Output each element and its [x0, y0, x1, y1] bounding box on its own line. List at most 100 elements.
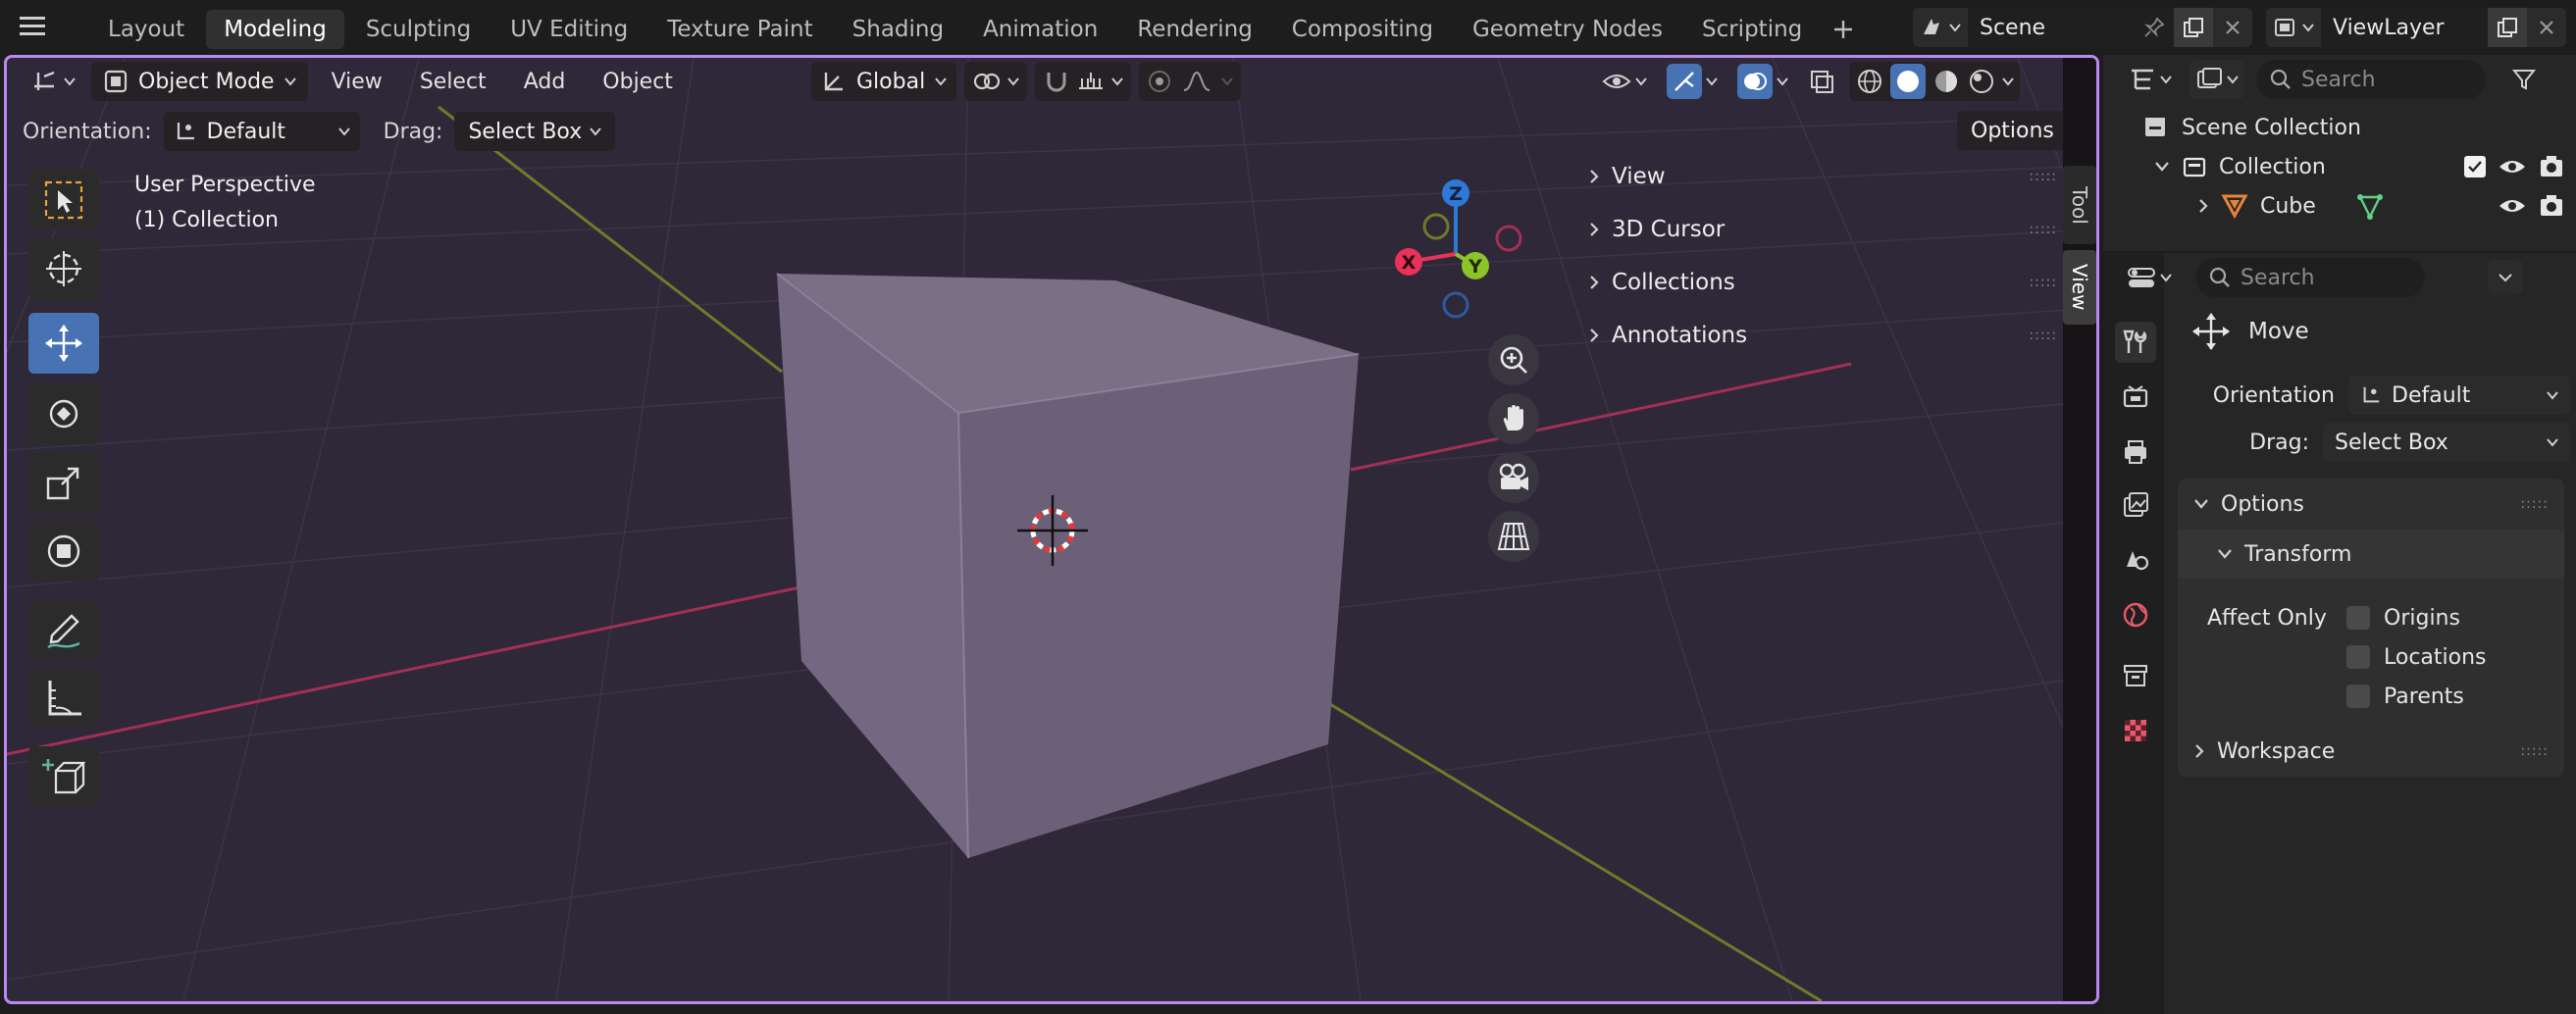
drag-handle-icon[interactable]: :::::	[2029, 275, 2057, 290]
npanel-tab-tool[interactable]: Tool	[2063, 166, 2096, 244]
xray-toggle[interactable]	[1802, 62, 1841, 101]
menu-add[interactable]: Add	[510, 62, 580, 101]
tab-view-layer-properties[interactable]	[2115, 484, 2156, 526]
tab-geometry-nodes[interactable]: Geometry Nodes	[1455, 10, 1680, 49]
perspective-toggle-button[interactable]	[1488, 511, 1539, 562]
tool-orientation-dropdown[interactable]: Default	[163, 112, 360, 151]
gizmo-neg-y-icon[interactable]	[1422, 213, 1450, 240]
drag-dropdown[interactable]: Select Box	[454, 112, 616, 151]
proportional-edit-icon[interactable]	[1147, 69, 1172, 94]
overlays-toggle[interactable]	[1731, 62, 1794, 101]
outliner-row-collection[interactable]: Collection	[2154, 147, 2564, 186]
prop-orientation-dropdown[interactable]: Default	[2348, 376, 2570, 415]
render-camera-icon[interactable]	[2539, 155, 2564, 178]
eye-icon[interactable]	[2498, 156, 2527, 177]
outliner-editor-type-button[interactable]	[2123, 60, 2178, 99]
delete-scene-icon[interactable]	[2213, 8, 2252, 47]
delete-view-layer-icon[interactable]	[2527, 8, 2566, 47]
tab-scene-properties[interactable]	[2115, 539, 2156, 581]
mode-dropdown[interactable]: Object Mode	[91, 62, 308, 101]
snap-target-icon[interactable]	[1076, 69, 1106, 94]
properties-search-box[interactable]: Search	[2195, 258, 2425, 297]
tab-sculpting[interactable]: Sculpting	[348, 10, 489, 49]
new-view-layer-icon[interactable]	[2488, 8, 2527, 47]
wireframe-shading-icon[interactable]	[1855, 67, 1884, 96]
rendered-shading-icon[interactable]	[1967, 67, 1996, 96]
prop-drag-dropdown[interactable]: Select Box	[2323, 423, 2570, 462]
navigation-gizmo[interactable]: Z X Y	[1375, 176, 1542, 332]
add-workspace-icon[interactable]	[1824, 10, 1863, 49]
npanel-section-3d-cursor[interactable]: 3D Cursor :::::	[1576, 203, 2057, 256]
gizmo-neg-x-icon[interactable]	[1495, 225, 1522, 252]
npanel-section-view[interactable]: View :::::	[1576, 150, 2057, 203]
add-cube-tool[interactable]	[28, 746, 99, 807]
affect-origins-checkbox-row[interactable]: Origins	[2346, 598, 2460, 637]
falloff-curve-icon[interactable]	[1182, 69, 1211, 94]
transform-tool[interactable]	[28, 521, 99, 582]
outliner-row-scene-collection[interactable]: Scene Collection	[2142, 108, 2564, 147]
camera-view-button[interactable]	[1488, 452, 1539, 503]
visibility-dropdown[interactable]	[1596, 62, 1653, 101]
affect-parents-checkbox[interactable]	[2346, 684, 2370, 708]
hamburger-menu-icon[interactable]	[20, 14, 47, 39]
view-layer-name-field[interactable]: ViewLayer	[2321, 8, 2488, 47]
tab-texture-paint[interactable]: Texture Paint	[649, 10, 830, 49]
scene-name-field[interactable]: Scene	[1968, 8, 2135, 47]
transform-subpanel-header[interactable]: Transform	[2178, 530, 2564, 579]
zoom-button[interactable]	[1488, 334, 1539, 385]
cursor-tool[interactable]	[28, 238, 99, 299]
collection-exclude-checkbox[interactable]	[2464, 156, 2486, 177]
tab-modeling[interactable]: Modeling	[206, 10, 344, 49]
drag-handle-icon[interactable]: :::::	[2029, 328, 2057, 343]
outliner-search-box[interactable]: Search	[2256, 60, 2486, 99]
editor-type-button[interactable]	[26, 62, 81, 101]
affect-origins-checkbox[interactable]	[2346, 606, 2370, 630]
outliner-row-cube[interactable]: Cube	[2197, 186, 2564, 226]
gizmo-neg-z-icon[interactable]	[1442, 291, 1469, 319]
solid-shading-icon[interactable]	[1894, 68, 1922, 95]
mesh-data-icon[interactable]	[2355, 191, 2385, 221]
measure-tool[interactable]	[28, 668, 99, 729]
tab-uv-editing[interactable]: UV Editing	[492, 10, 645, 49]
tab-shading[interactable]: Shading	[835, 10, 961, 49]
affect-locations-checkbox[interactable]	[2346, 645, 2370, 669]
render-camera-icon[interactable]	[2539, 194, 2564, 218]
filter-icon[interactable]	[2511, 67, 2537, 92]
eye-icon[interactable]	[2498, 195, 2527, 217]
drag-handle-icon[interactable]: :::::	[2520, 496, 2549, 512]
options-panel-header[interactable]: Options :::::	[2178, 479, 2564, 530]
scale-tool[interactable]	[28, 452, 99, 513]
tab-rendering[interactable]: Rendering	[1119, 10, 1269, 49]
pan-button[interactable]	[1488, 393, 1539, 444]
affect-locations-checkbox-row[interactable]: Locations	[2346, 637, 2487, 677]
pivot-point-dropdown[interactable]	[964, 62, 1028, 101]
drag-handle-icon[interactable]: :::::	[2029, 222, 2057, 237]
view-layer-browse-button[interactable]	[2266, 8, 2321, 47]
gizmo-toggle[interactable]	[1661, 62, 1724, 101]
rotate-tool[interactable]	[28, 383, 99, 444]
scene-browse-button[interactable]	[1913, 8, 1968, 47]
cube-mesh[interactable]	[776, 273, 1360, 859]
move-tool[interactable]	[28, 313, 99, 374]
material-preview-icon[interactable]	[1932, 67, 1961, 96]
drag-handle-icon[interactable]: :::::	[2520, 743, 2549, 759]
tab-output-properties[interactable]	[2115, 431, 2156, 473]
affect-parents-checkbox-row[interactable]: Parents	[2346, 677, 2464, 716]
tab-texture-properties[interactable]	[2115, 710, 2156, 751]
tab-collection-properties[interactable]	[2115, 655, 2156, 696]
tab-world-properties[interactable]	[2115, 594, 2156, 635]
npanel-section-collections[interactable]: Collections :::::	[1576, 256, 2057, 309]
drag-handle-icon[interactable]: :::::	[2029, 169, 2057, 184]
tab-layout[interactable]: Layout	[90, 10, 202, 49]
annotate-tool[interactable]	[28, 599, 99, 660]
menu-select[interactable]: Select	[406, 62, 500, 101]
snap-magnet-icon[interactable]	[1043, 69, 1070, 94]
tab-compositing[interactable]: Compositing	[1274, 10, 1451, 49]
menu-view[interactable]: View	[318, 62, 396, 101]
npanel-tab-view[interactable]: View	[2063, 250, 2096, 325]
chevron-down-icon[interactable]	[2154, 161, 2170, 173]
transform-orientation-dropdown[interactable]: Global	[811, 62, 957, 101]
tab-scripting[interactable]: Scripting	[1684, 10, 1820, 49]
tab-tool-properties[interactable]	[2115, 322, 2156, 363]
select-box-tool[interactable]	[28, 170, 99, 230]
